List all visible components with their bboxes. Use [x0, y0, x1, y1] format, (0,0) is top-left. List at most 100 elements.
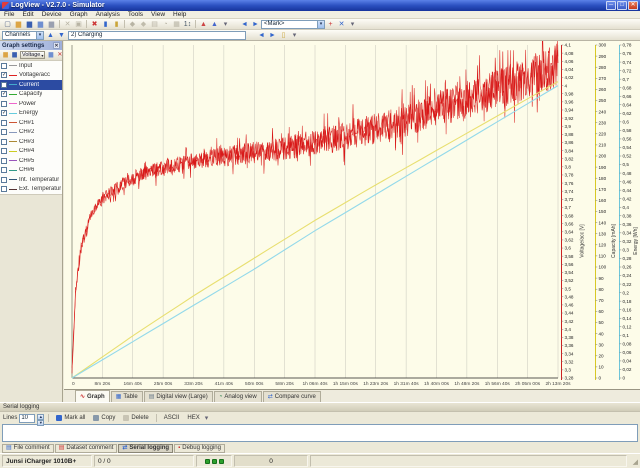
maximize-button[interactable]: □ — [617, 1, 627, 10]
channel-checkbox[interactable] — [1, 101, 7, 107]
channel-checkbox[interactable] — [1, 167, 7, 173]
channel-row-ch-3[interactable]: CH#3 — [0, 137, 62, 147]
channel-row-ch-6[interactable]: CH#6 — [0, 166, 62, 176]
device-connect-icon[interactable]: ▮ — [100, 19, 111, 29]
channel-row-ext-temperatur[interactable]: Ext. Temperatur — [0, 185, 62, 195]
copy-button[interactable]: Copy — [90, 413, 118, 423]
open-folder-icon[interactable]: ▆ — [13, 19, 24, 29]
next-mark-icon[interactable]: ► — [250, 19, 261, 29]
channel-checkbox[interactable] — [1, 177, 7, 183]
channel-checkbox[interactable] — [1, 129, 7, 135]
toolbar-overflow-icon[interactable]: ▾ — [220, 19, 231, 29]
hex-toggle[interactable]: HEX — [184, 413, 202, 423]
table-view-icon[interactable]: ▦ — [171, 19, 182, 29]
scale-selector-combo[interactable]: Voltage ▾ — [20, 51, 45, 59]
tab-digital-view-large[interactable]: ▤Digital view (Large) — [144, 391, 213, 402]
menu-file[interactable]: File — [0, 11, 18, 19]
channel-row-current[interactable]: Current — [0, 80, 62, 90]
channel-checkbox[interactable] — [1, 63, 7, 69]
dataset-overflow-icon[interactable]: ▾ — [289, 30, 300, 40]
channel-row-input[interactable]: Input — [0, 61, 62, 71]
save-graph-icon[interactable]: ▆ — [10, 51, 19, 60]
values-count-icon[interactable]: 1↕ — [182, 19, 193, 29]
tab-debug-logging[interactable]: ▪Debug logging — [174, 444, 225, 453]
menu-edit[interactable]: Edit — [18, 11, 37, 19]
tab-table[interactable]: ▦Table — [111, 391, 143, 402]
menu-device[interactable]: Device — [38, 11, 66, 19]
prev-mark-icon[interactable]: ◄ — [239, 19, 250, 29]
new-file-icon[interactable]: ▢ — [2, 19, 13, 29]
chevron-down-icon[interactable]: ▾ — [317, 21, 324, 28]
save-icon[interactable]: ▆ — [24, 19, 35, 29]
copy-icon[interactable]: ▣ — [73, 19, 84, 29]
next-channel-icon[interactable]: ▼ — [56, 30, 67, 40]
channel-checkbox[interactable] — [1, 82, 7, 88]
resize-grip-icon[interactable]: ◢ — [629, 455, 638, 467]
digital-view-icon[interactable]: ▤ — [149, 19, 160, 29]
menu-help[interactable]: Help — [169, 11, 190, 19]
export-graph-icon[interactable]: ▆ — [46, 51, 55, 60]
channel-checkbox[interactable] — [1, 120, 7, 126]
print-icon[interactable]: ▆ — [46, 19, 57, 29]
delete-button[interactable]: Delete — [120, 413, 151, 423]
open-graph-icon[interactable]: ▆ — [1, 51, 10, 60]
channel-row-ch-2[interactable]: CH#2 — [0, 128, 62, 138]
serial-log-output[interactable] — [2, 424, 638, 442]
channel-row-power[interactable]: Power — [0, 99, 62, 109]
mark-combo[interactable]: <Mark> ▾ — [261, 20, 325, 29]
channel-checkbox[interactable]: ✓ — [1, 72, 7, 78]
channel-row-int-temperatur[interactable]: Int. Temperatur — [0, 175, 62, 185]
device-settings-icon[interactable]: ▮ — [111, 19, 122, 29]
menu-graph[interactable]: Graph — [66, 11, 92, 19]
lines-stepper[interactable]: ▲▼ — [37, 414, 44, 423]
channel-checkbox[interactable] — [1, 148, 7, 154]
channel-row-ch-5[interactable]: CH#5 — [0, 156, 62, 166]
close-icon[interactable]: ✕ — [53, 42, 60, 49]
ascii-toggle[interactable]: ASCII — [161, 413, 183, 423]
channel-row-voltage-acc[interactable]: ✓Voltage/acc — [0, 71, 62, 81]
close-button[interactable]: ✕ — [628, 1, 638, 10]
tab-file-comment[interactable]: ▤File comment — [2, 444, 54, 453]
save-all-icon[interactable]: ▆ — [35, 19, 46, 29]
title-bar[interactable]: LogView - V2.7.0 - Simulator ─ □ ✕ — [0, 0, 640, 11]
dataset-name-input[interactable] — [68, 31, 246, 40]
tab-dataset-comment[interactable]: ▤Dataset comment — [55, 444, 118, 453]
charging-chart[interactable]: 08m 20s16m 40s25m 00s33m 20s41m 40s50m 0… — [64, 41, 640, 389]
tab-compare-curve[interactable]: ⇄Compare curve — [263, 391, 321, 402]
channel-checkbox[interactable] — [1, 139, 7, 145]
cursor-icon[interactable]: ◆ — [127, 19, 138, 29]
mark-all-button[interactable]: Mark all — [53, 413, 88, 423]
cut-icon[interactable]: ✕ — [62, 19, 73, 29]
next-dataset-icon[interactable]: ► — [267, 30, 278, 40]
lines-input[interactable] — [19, 414, 35, 423]
channel-checkbox[interactable]: ✓ — [1, 91, 7, 97]
menu-analysis[interactable]: Analysis — [92, 11, 124, 19]
tab-serial-logging[interactable]: ⇄Serial logging — [118, 444, 173, 453]
mark-options-icon[interactable]: ▾ — [347, 19, 358, 29]
channel-row-capacity[interactable]: ✓Capacity — [0, 90, 62, 100]
tab-graph[interactable]: ∿Graph — [75, 390, 110, 402]
channel-row-energy[interactable]: ✓Energy — [0, 109, 62, 119]
device-disconnect-icon[interactable]: ✖ — [89, 19, 100, 29]
add-mark-icon[interactable]: + — [325, 19, 336, 29]
statistics-icon[interactable]: ▲ — [198, 19, 209, 29]
channel-checkbox[interactable] — [1, 158, 7, 164]
prev-dataset-icon[interactable]: ◄ — [256, 30, 267, 40]
channel-row-ch-1[interactable]: CH#1 — [0, 118, 62, 128]
prev-channel-icon[interactable]: ▲ — [45, 30, 56, 40]
menu-view[interactable]: View — [147, 11, 169, 19]
chevron-down-icon[interactable]: ▾ — [36, 32, 43, 39]
analysis-icon[interactable]: ▲ — [209, 19, 220, 29]
spin-down-icon[interactable]: ▼ — [37, 420, 44, 426]
analog-view-icon[interactable]: ◔ — [160, 19, 171, 29]
minimize-button[interactable]: ─ — [606, 1, 616, 10]
logging-overflow-icon[interactable]: ▾ — [205, 415, 209, 422]
channel-checkbox[interactable] — [1, 186, 7, 192]
channels-combo[interactable]: Channels ▾ — [2, 31, 44, 40]
delete-mark-icon[interactable]: ✕ — [336, 19, 347, 29]
delete-dataset-icon[interactable]: ▯ — [278, 30, 289, 40]
channel-row-ch-4[interactable]: CH#4 — [0, 147, 62, 157]
channel-checkbox[interactable]: ✓ — [1, 110, 7, 116]
marker-icon[interactable]: ◆ — [138, 19, 149, 29]
tab-analog-view[interactable]: ◔Analog view — [214, 391, 262, 402]
